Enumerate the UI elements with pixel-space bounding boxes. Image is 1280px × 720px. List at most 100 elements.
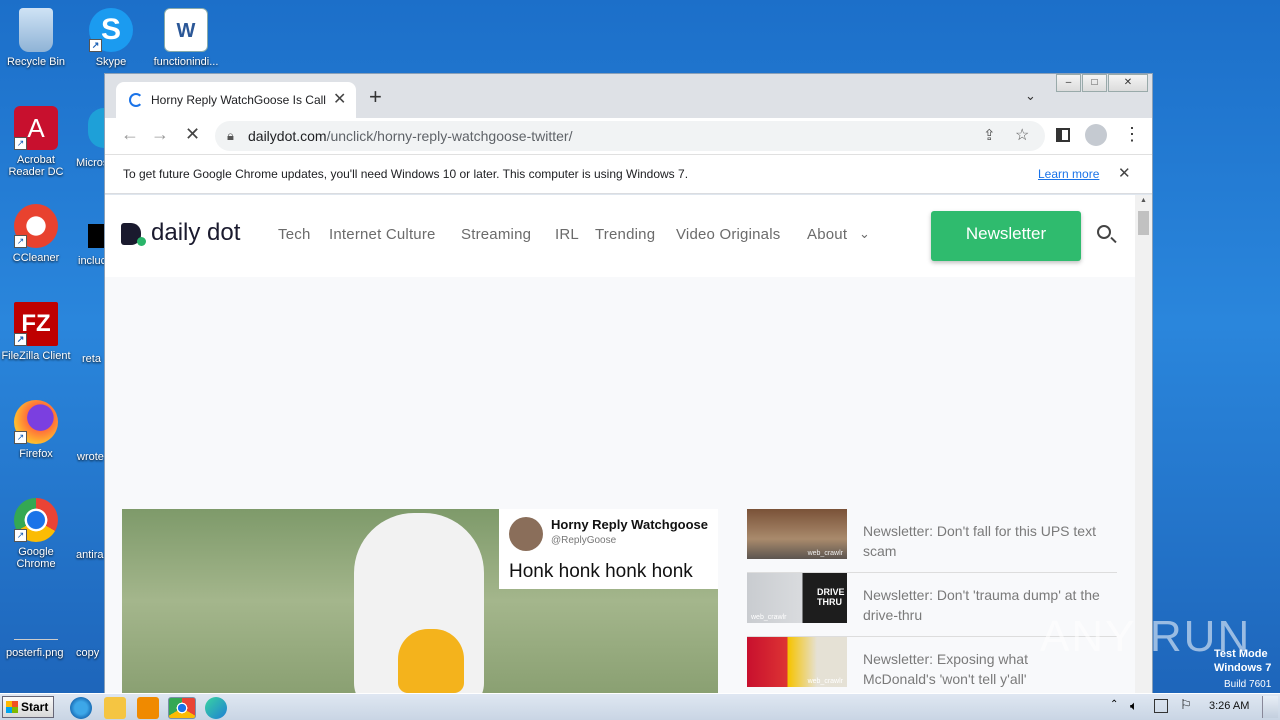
nav-video-originals[interactable]: Video Originals: [676, 226, 780, 243]
start-label: Start: [21, 700, 49, 714]
edge-icon: [88, 108, 104, 148]
web-page: daily dot Tech Internet Culture Streamin…: [105, 195, 1135, 693]
browser-window: Horny Reply WatchGoose Is Calling ✕ + ⌄ …: [104, 73, 1153, 693]
browser-toolbar: ← → ✕ 🔒︎ dailydot.com/unclick/horny-repl…: [105, 118, 1152, 154]
windows-logo-icon: [6, 701, 18, 713]
explorer-folder-icon[interactable]: [104, 697, 126, 719]
site-header: daily dot Tech Internet Culture Streamin…: [105, 195, 1135, 277]
new-tab-icon[interactable]: +: [369, 84, 382, 110]
card-thumbnail: DRIVE THRU web_crawlr: [747, 573, 847, 623]
tab-search-icon[interactable]: ⌄: [1025, 88, 1036, 104]
url-text: dailydot.com/unclick/horny-reply-watchgo…: [248, 121, 572, 151]
share-icon[interactable]: ⇪: [983, 121, 996, 151]
infobar-text: To get future Google Chrome updates, you…: [123, 167, 689, 181]
desktop-icon-label[interactable]: copy: [76, 647, 99, 659]
minimize-button[interactable]: –: [1056, 74, 1081, 92]
word-document-icon: W: [164, 8, 208, 52]
desktop-icon-chrome[interactable]: ↗ Google Chrome: [0, 498, 72, 570]
address-bar[interactable]: 🔒︎ dailydot.com/unclick/horny-reply-watc…: [215, 121, 1045, 151]
tab-title: Horny Reply WatchGoose Is Calling: [151, 93, 326, 107]
browser-tab[interactable]: Horny Reply WatchGoose Is Calling ✕: [116, 82, 356, 118]
start-button[interactable]: Start: [2, 696, 54, 718]
card-thumbnail: web_crawlr: [747, 509, 847, 559]
profile-avatar[interactable]: [1085, 124, 1107, 146]
desktop-icon-label: Skype: [95, 56, 127, 68]
tweet-name: Horny Reply Watchgoose: [551, 517, 708, 532]
update-infobar: To get future Google Chrome updates, you…: [105, 154, 1152, 194]
search-icon[interactable]: [1097, 225, 1111, 239]
desktop-icon-label[interactable]: wrote: [77, 451, 104, 463]
learn-more-link[interactable]: Learn more: [1038, 155, 1099, 193]
nav-about[interactable]: About: [807, 226, 847, 243]
desktop-icon-label[interactable]: reta: [82, 353, 101, 365]
logo-dot-icon: [137, 237, 146, 246]
media-player-icon[interactable]: [137, 697, 159, 719]
maximize-button[interactable]: □: [1082, 74, 1107, 92]
desktop-icon-ccleaner[interactable]: ↗ CCleaner: [0, 204, 72, 264]
recycle-bin-icon: [19, 8, 53, 52]
close-tab-icon[interactable]: ✕: [333, 89, 346, 109]
action-center-flag-icon[interactable]: ⚐: [1180, 697, 1192, 713]
url-path: /unclick/horny-reply-watchgoose-twitter/: [326, 128, 573, 144]
clock[interactable]: 3:26 AM: [1209, 700, 1249, 712]
ccleaner-icon: ↗: [14, 204, 58, 248]
close-window-button[interactable]: ✕: [1108, 74, 1148, 92]
search-icon-handle: [1110, 236, 1117, 244]
desktop-icon-filezilla[interactable]: FZ ↗ FileZilla Client: [0, 302, 72, 362]
desktop-icon-label: Recycle Bin: [6, 56, 66, 68]
desktop-icon-firefox[interactable]: ↗ Firefox: [0, 400, 72, 460]
build-text: Build 7601: [1224, 679, 1272, 690]
network-icon[interactable]: [1154, 699, 1168, 713]
thumb-sign: DRIVE THRU: [817, 587, 845, 607]
menu-kebab-icon[interactable]: ⋮: [1123, 124, 1141, 145]
acrobat-icon: A ↗: [14, 106, 58, 150]
show-hidden-icons[interactable]: ⌃: [1110, 699, 1118, 710]
desktop-icon-label: functionindi...: [153, 56, 219, 68]
list-item[interactable]: web_crawlr Newsletter: Don't fall for th…: [747, 509, 1117, 573]
card-title: Newsletter: Don't fall for this UPS text…: [863, 523, 1096, 559]
firefox-icon: ↗: [14, 400, 58, 444]
lock-icon: 🔒︎: [227, 128, 234, 143]
bookmark-star-icon[interactable]: ☆: [1015, 121, 1029, 151]
desktop-icon-label[interactable]: posterfi.png: [6, 647, 63, 659]
article-hero-image: Horny Reply Watchgoose @ReplyGoose Honk …: [122, 509, 718, 693]
desktop-icon-recycle-bin[interactable]: Recycle Bin: [0, 8, 72, 68]
url-host: dailydot.com: [248, 128, 327, 144]
scroll-up-icon[interactable]: ▲: [1140, 197, 1147, 204]
scrollbar-thumb[interactable]: [1138, 211, 1149, 235]
volume-icon[interactable]: 🔈︎: [1130, 698, 1138, 714]
thumb-caption: web_crawlr: [807, 550, 843, 557]
tweet-text: Honk honk honk honk: [509, 561, 693, 582]
card-thumbnail: web_crawlr: [747, 637, 847, 687]
desktop-icon-skype[interactable]: S ↗ Skype: [75, 8, 147, 68]
desktop-icon-acrobat[interactable]: A ↗ Acrobat Reader DC: [0, 106, 72, 178]
forward-icon[interactable]: →: [151, 124, 169, 145]
edge-taskbar-icon[interactable]: [205, 697, 227, 719]
thumb-caption: web_crawlr: [807, 678, 843, 685]
internet-explorer-icon[interactable]: [70, 697, 92, 719]
show-desktop-button[interactable]: [1262, 696, 1278, 718]
newsletter-button[interactable]: Newsletter: [931, 211, 1081, 261]
skype-icon: S ↗: [89, 8, 133, 52]
desktop-icon-label[interactable]: incluc: [78, 255, 106, 267]
os-text: Windows 7: [1214, 662, 1272, 674]
desktop-icon-word-doc[interactable]: W functionindi...: [150, 8, 222, 68]
nav-streaming[interactable]: Streaming: [461, 226, 531, 243]
image-file-icon: [14, 618, 58, 640]
site-logo[interactable]: daily dot: [151, 219, 240, 247]
desktop-icon-label[interactable]: antira: [76, 549, 104, 561]
nav-internet-culture[interactable]: Internet Culture: [329, 226, 436, 243]
nav-trending[interactable]: Trending: [595, 226, 655, 243]
tweet-handle: @ReplyGoose: [551, 535, 617, 546]
nav-irl[interactable]: IRL: [555, 226, 579, 243]
filezilla-icon: FZ ↗: [14, 302, 58, 346]
file-icon: [88, 224, 104, 248]
nav-tech[interactable]: Tech: [278, 226, 311, 243]
chrome-taskbar-icon[interactable]: [168, 697, 196, 719]
tweet-card: Horny Reply Watchgoose @ReplyGoose Honk …: [499, 509, 718, 589]
side-panel-icon[interactable]: [1056, 128, 1070, 142]
close-infobar-icon[interactable]: ✕: [1118, 155, 1131, 193]
back-icon[interactable]: ←: [121, 124, 139, 145]
stop-icon[interactable]: ✕: [185, 124, 200, 145]
thumb-caption: web_crawlr: [751, 614, 787, 621]
